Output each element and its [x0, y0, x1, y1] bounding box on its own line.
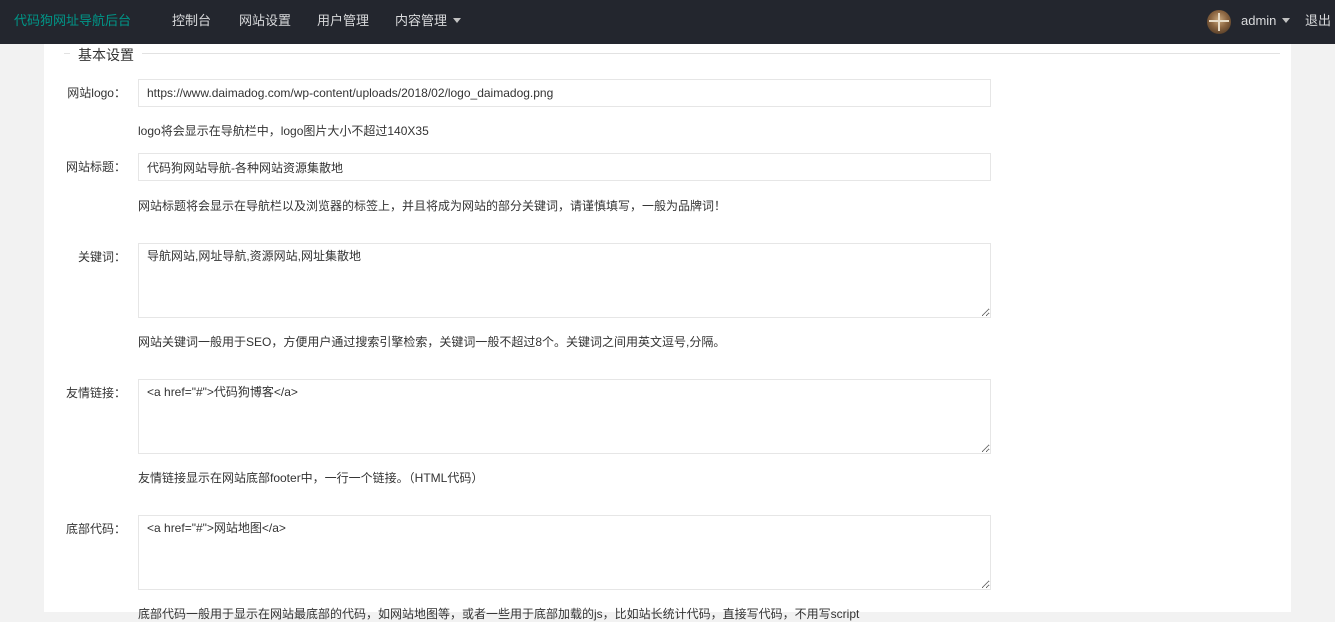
- keywords-textarea[interactable]: 导航网站,网址导航,资源网站,网址集散地: [138, 243, 991, 318]
- nav-content-management[interactable]: 内容管理: [395, 13, 462, 29]
- brand-logo[interactable]: 代码狗网址导航后台: [14, 13, 131, 29]
- nav-content-management-label: 内容管理: [395, 13, 448, 28]
- logo-label: 网站logo：: [67, 86, 126, 100]
- links-label: 友情链接：: [65, 386, 126, 400]
- keywords-label: 关键词：: [77, 250, 126, 264]
- title-help-text: 网站标题将会显示在导航栏以及浏览器的标签上，并且将成为网站的部分关键词，请谨慎填…: [138, 199, 727, 213]
- links-textarea[interactable]: <a href="#">代码狗博客</a>: [138, 379, 991, 454]
- keywords-help-text: 网站关键词一般用于SEO，方便用户通过搜索引擎检索，关键词一般不超过8个。关键词…: [138, 335, 726, 349]
- links-help-text: 友情链接显示在网站底部footer中，一行一个链接。（HTML代码）: [138, 471, 484, 485]
- avatar[interactable]: [1207, 10, 1231, 34]
- chevron-down-icon: [453, 18, 462, 23]
- user-name: admin: [1241, 13, 1277, 28]
- logo-help-text: logo将会显示在导航栏中，logo图片大小不超过140X35: [138, 124, 429, 138]
- top-navbar: 代码狗网址导航后台 控制台 网站设置 用户管理 内容管理 admin 退出: [0, 0, 1335, 44]
- section-title: 基本设置: [70, 46, 142, 64]
- nav-dashboard[interactable]: 控制台: [172, 13, 211, 29]
- footer-help-text: 底部代码一般用于显示在网站最底部的代码，如网站地图等，或者一些用于底部加载的js…: [138, 607, 860, 621]
- chevron-down-icon: [1282, 18, 1291, 23]
- title-label: 网站标题：: [65, 160, 126, 174]
- footer-code-textarea[interactable]: <a href="#">网站地图</a>: [138, 515, 991, 590]
- logout-link[interactable]: 退出: [1305, 13, 1331, 29]
- site-title-input[interactable]: [138, 153, 991, 181]
- user-menu[interactable]: admin: [1241, 13, 1291, 29]
- footer-code-label: 底部代码：: [65, 522, 126, 536]
- settings-panel: 基本设置 网站logo： logo将会显示在导航栏中，logo图片大小不超过14…: [44, 44, 1291, 621]
- fieldset-divider: [64, 53, 1280, 54]
- nav-site-settings[interactable]: 网站设置: [239, 13, 291, 29]
- nav-user-management[interactable]: 用户管理: [317, 13, 369, 29]
- logo-url-input[interactable]: [138, 79, 991, 107]
